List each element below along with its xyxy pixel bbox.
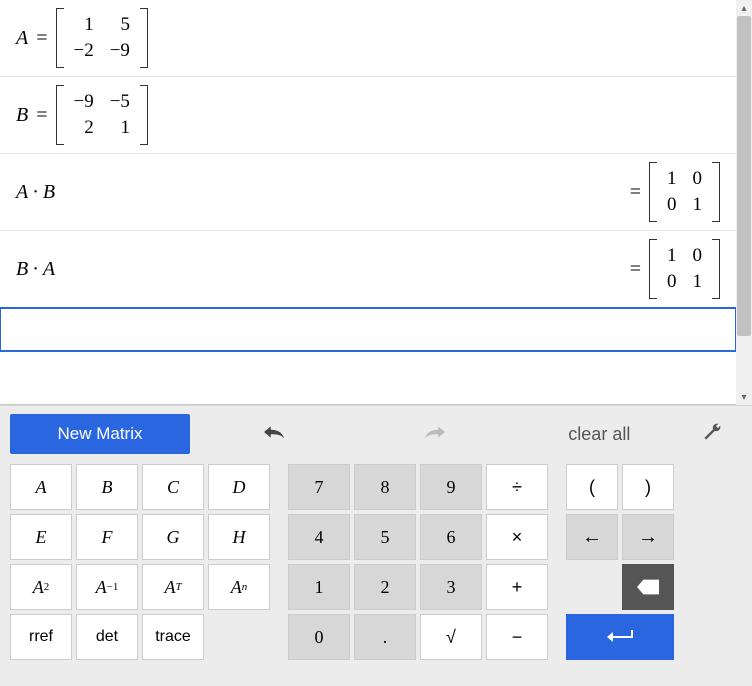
expression-result: = 10 01 (626, 239, 720, 299)
undo-icon (259, 423, 287, 441)
expression-row[interactable]: A·B = 10 01 (0, 154, 736, 231)
matrix-literal: −9−5 21 (56, 85, 148, 145)
expression-row[interactable]: B·A = 10 01 (0, 231, 736, 308)
key-left[interactable]: ← (566, 514, 618, 560)
variable-name: A (16, 27, 28, 50)
expression-row-active[interactable] (0, 307, 736, 352)
key-C[interactable]: C (142, 464, 204, 510)
key-rref[interactable]: rref (10, 614, 72, 660)
expression-result: = 10 01 (626, 162, 720, 222)
key-open-paren[interactable]: ( (566, 464, 618, 510)
keypad-panel: New Matrix clear all A B C D E F G H A2 … (0, 405, 752, 686)
key-G[interactable]: G (142, 514, 204, 560)
result-matrix: 10 01 (649, 239, 720, 299)
scrollbar[interactable]: ▴ ▾ (736, 0, 752, 405)
key-8[interactable]: 8 (354, 464, 416, 510)
key-decimal[interactable]: . (354, 614, 416, 660)
undo-button[interactable] (192, 415, 353, 454)
key-backspace[interactable] (622, 564, 674, 610)
settings-button[interactable] (682, 422, 742, 447)
expression-row[interactable]: A = 15 −2−9 (0, 0, 736, 77)
redo-button (355, 415, 516, 454)
key-0[interactable]: 0 (288, 614, 350, 660)
scrollbar-thumb[interactable] (737, 16, 751, 336)
key-1[interactable]: 1 (288, 564, 350, 610)
key-trace[interactable]: trace (142, 614, 204, 660)
expression-text: A·B (16, 181, 55, 204)
equals-sign: = (36, 104, 47, 127)
key-square[interactable]: A2 (10, 564, 72, 610)
expression-text: B·A (16, 258, 55, 281)
key-multiply[interactable]: × (486, 514, 548, 560)
equals-sign: = (36, 27, 47, 50)
key-E[interactable]: E (10, 514, 72, 560)
key-H[interactable]: H (208, 514, 270, 560)
letter-keys: A B C D E F G H A2 A−1 AT An rref det tr… (10, 464, 270, 660)
scroll-down-icon[interactable]: ▾ (736, 389, 752, 405)
key-minus[interactable]: − (486, 614, 548, 660)
key-9[interactable]: 9 (420, 464, 482, 510)
key-power-n[interactable]: An (208, 564, 270, 610)
key-3[interactable]: 3 (420, 564, 482, 610)
key-enter[interactable] (566, 614, 674, 660)
new-matrix-button[interactable]: New Matrix (10, 414, 190, 454)
key-plus[interactable]: + (486, 564, 548, 610)
key-4[interactable]: 4 (288, 514, 350, 560)
scroll-up-icon[interactable]: ▴ (736, 0, 752, 16)
expression-row[interactable]: B = −9−5 21 (0, 77, 736, 154)
key-det[interactable]: det (76, 614, 138, 660)
key-7[interactable]: 7 (288, 464, 350, 510)
nav-keys: ( ) ← → (566, 464, 674, 660)
key-5[interactable]: 5 (354, 514, 416, 560)
clear-all-button[interactable]: clear all (519, 416, 680, 453)
key-F[interactable]: F (76, 514, 138, 560)
redo-icon (422, 423, 450, 441)
result-matrix: 10 01 (649, 162, 720, 222)
expression-list: A = 15 −2−9 B = −9−5 21 (0, 0, 736, 405)
key-B[interactable]: B (76, 464, 138, 510)
variable-name: B (16, 104, 28, 127)
matrix-literal: 15 −2−9 (56, 8, 148, 68)
key-inverse[interactable]: A−1 (76, 564, 138, 610)
key-6[interactable]: 6 (420, 514, 482, 560)
key-right[interactable]: → (622, 514, 674, 560)
wrench-icon (702, 422, 722, 442)
key-close-paren[interactable]: ) (622, 464, 674, 510)
key-2[interactable]: 2 (354, 564, 416, 610)
backspace-icon (637, 579, 659, 595)
key-A[interactable]: A (10, 464, 72, 510)
number-keys: 7 8 9 ÷ 4 5 6 × 1 2 3 + 0 . √ − (288, 464, 548, 660)
enter-icon (607, 630, 633, 644)
key-transpose[interactable]: AT (142, 564, 204, 610)
key-D[interactable]: D (208, 464, 270, 510)
key-divide[interactable]: ÷ (486, 464, 548, 510)
key-sqrt[interactable]: √ (420, 614, 482, 660)
